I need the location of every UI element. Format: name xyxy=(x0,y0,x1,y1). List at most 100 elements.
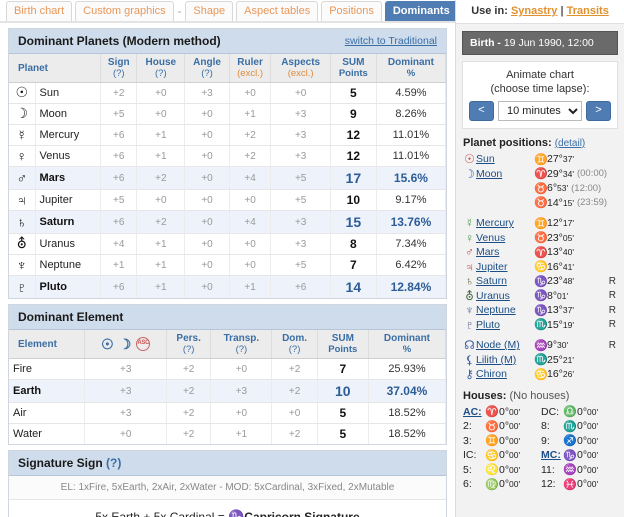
mercury-icon: ☿ xyxy=(9,124,36,146)
planet-link[interactable]: Saturn xyxy=(476,275,534,287)
house-label[interactable]: AC: xyxy=(463,406,485,418)
signature-result-prefix: 5x Earth + 5x Cardinal = xyxy=(95,510,229,517)
signature-sign-title: Signature Sign xyxy=(18,456,103,470)
retrograde-badge: R xyxy=(608,319,616,331)
list-item: ♀ Venus ♉ 23°05' xyxy=(463,231,620,246)
animate-chart-label: Animate chart (choose time lapse): xyxy=(490,69,590,95)
planet-link[interactable]: Sun xyxy=(476,153,534,165)
tab-custom-graphics[interactable]: Custom graphics xyxy=(75,1,174,21)
planet-link[interactable]: Jupiter xyxy=(476,261,534,273)
house-label[interactable]: MC: xyxy=(541,449,563,461)
house-degrees: 0°00' xyxy=(577,405,599,418)
list-item: ♉ 14°15' (23:59) xyxy=(463,196,620,211)
position-degrees: 6°53' xyxy=(547,182,569,195)
transp-points: +0 xyxy=(210,358,273,380)
planet-link[interactable]: Neptune xyxy=(476,304,534,316)
col-element: Element xyxy=(9,330,86,359)
dominant-percent: 18.52% xyxy=(368,402,447,424)
planet-link[interactable]: Pluto xyxy=(476,319,534,331)
house-label: 5: xyxy=(463,463,472,476)
sum-points: 9 xyxy=(330,103,377,125)
zodiac-sign-icon: ♒ xyxy=(563,464,577,477)
house-cell: 11: ♒ 0°00' xyxy=(541,463,619,477)
use-in-label: Use in: xyxy=(471,5,508,17)
time-lapse-select[interactable]: 10 minutes xyxy=(498,101,582,121)
aspects-points: +3 xyxy=(270,124,331,146)
next-step-button[interactable]: > xyxy=(586,101,611,121)
planet-link[interactable]: Venus xyxy=(476,232,534,244)
positions-detail-link[interactable]: (detail) xyxy=(555,138,586,149)
table-header-row: Planet Sign (?) House (?) Angle (?) Ruler (e… xyxy=(9,54,447,83)
ruler-points: +1 xyxy=(229,103,272,125)
zodiac-sign-icon: ♈ xyxy=(485,406,499,419)
switch-to-traditional-link[interactable]: switch to Traditional xyxy=(345,35,437,47)
zodiac-sign-icon: ♌ xyxy=(485,464,499,477)
dominant-percent: 9.17% xyxy=(376,189,447,211)
signature-help-icon[interactable]: (?) xyxy=(106,456,121,470)
zodiac-sign-icon: ♊ xyxy=(485,435,499,448)
house-label: 6: xyxy=(463,478,472,491)
ruler-points: +0 xyxy=(229,233,272,255)
zodiac-sign-icon: ♊ xyxy=(534,153,548,166)
angle-points: +0 xyxy=(184,189,230,211)
position-time-note: (12:00) xyxy=(571,182,602,194)
house-degrees: 0°00' xyxy=(577,434,599,447)
sum-points: 5 xyxy=(317,423,369,444)
pluto-icon: ♇ xyxy=(465,317,474,332)
tab-dominants[interactable]: Dominants xyxy=(384,1,458,21)
houses-list: AC: ♈ 0°00' DC: ♎ 0°00' 2: ♉ 0°00' 8: ♏ 0°00' 3: ♊ 0°0… xyxy=(463,405,619,492)
tab-birth-chart[interactable]: Birth chart xyxy=(6,1,73,21)
house-points: +0 xyxy=(136,189,186,211)
ruler-points: +0 xyxy=(229,189,272,211)
tab-positions[interactable]: Positions xyxy=(321,1,382,21)
position-degrees: 8°01' xyxy=(547,289,569,302)
table-row: ♆ Neptune +1 +1 +0 +0 +5 7 6.42% xyxy=(9,254,447,276)
signature-result-name: Capricorn Signature xyxy=(244,510,360,517)
houses-note: (No houses) xyxy=(509,389,570,402)
table-row: Water +0 +2 +1 +2 5 18.52% xyxy=(9,423,447,444)
planet-link[interactable]: Uranus xyxy=(476,290,534,302)
tab-underline xyxy=(0,21,455,23)
dominant-element-title: Dominant Element xyxy=(18,310,124,324)
tab-aspect-tables[interactable]: Aspect tables xyxy=(236,1,319,21)
uranus-icon: ⛢ xyxy=(9,233,36,255)
planet-link[interactable]: Lilith (M) xyxy=(476,354,534,366)
animate-controls: < 10 minutes > xyxy=(469,101,611,121)
element-name: Fire xyxy=(9,358,86,380)
nodem-icon: ☊ xyxy=(464,338,475,353)
mars-icon: ♂ xyxy=(9,166,36,190)
dominant-percent: 18.52% xyxy=(368,423,447,444)
planet-name: Sun xyxy=(35,82,102,104)
planet-link[interactable]: Mars xyxy=(476,246,534,258)
dom-points: +0 xyxy=(271,402,318,424)
planet-name: Jupiter xyxy=(35,189,102,211)
zodiac-sign-icon: ♒ xyxy=(534,339,548,352)
house-degrees: 0°00' xyxy=(499,405,521,418)
venus-icon: ♀ xyxy=(9,145,36,167)
aspects-points: +0 xyxy=(270,82,331,104)
tab-shape[interactable]: Shape xyxy=(185,1,234,21)
table-row: ♂ Mars +6 +2 +0 +4 +5 17 15.6% xyxy=(9,166,447,190)
sum-points: 10 xyxy=(317,379,369,403)
jupiter-icon: ♃ xyxy=(9,189,36,211)
angle-points: +0 xyxy=(184,210,230,234)
position-degrees: 15°19' xyxy=(547,318,574,331)
sun-icon: ☉ xyxy=(101,335,114,352)
zodiac-sign-icon: ♊ xyxy=(534,217,548,230)
list-item: ⚸ Lilith (M) ♏ 25°21' xyxy=(463,353,620,368)
house-row: 3: ♊ 0°00' 9: ♐ 0°00' xyxy=(463,434,619,449)
dominant-percent: 37.04% xyxy=(368,379,447,403)
signature-result: 5x Earth + 5x Cardinal = ♑Capricorn Sign… xyxy=(9,500,446,517)
synastry-link[interactable]: Synastry xyxy=(511,5,557,17)
sun-moon-asc-points: +3 xyxy=(84,402,167,424)
planet-link[interactable]: Chiron xyxy=(476,368,534,380)
planet-link[interactable]: Node (M) xyxy=(476,339,534,351)
previous-step-button[interactable]: < xyxy=(469,101,494,121)
planet-link[interactable]: Moon xyxy=(476,168,534,180)
house-cell: MC: ♑ 0°00' xyxy=(541,449,619,462)
house-points: +1 xyxy=(136,233,186,255)
retrograde-badge: R xyxy=(608,304,616,316)
planet-link[interactable]: Mercury xyxy=(476,217,534,229)
transits-link[interactable]: Transits xyxy=(567,5,609,17)
moon-icon: ☽ xyxy=(464,166,475,181)
